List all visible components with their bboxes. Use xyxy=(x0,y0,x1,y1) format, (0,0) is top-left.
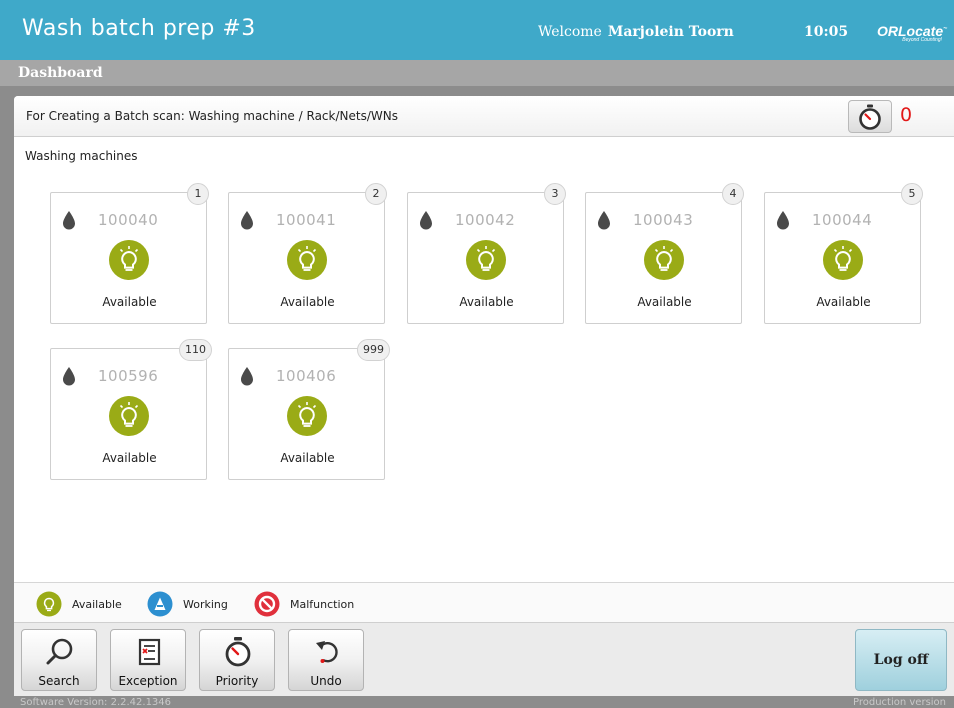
welcome-message: Welcome Marjolein Toorn xyxy=(538,24,734,40)
priority-count: 0 xyxy=(900,104,913,126)
machine-id: 100596 xyxy=(98,367,159,385)
app-title: Wash batch prep #3 xyxy=(22,16,256,41)
water-drop-icon xyxy=(241,367,253,386)
instruction-bar: For Creating a Batch scan: Washing machi… xyxy=(14,96,954,137)
main-panel: For Creating a Batch scan: Washing machi… xyxy=(14,96,954,696)
machine-id: 100041 xyxy=(276,211,337,229)
priority-button[interactable]: Priority xyxy=(199,629,275,691)
machine-id: 100043 xyxy=(633,211,694,229)
machine-card[interactable]: 3 100042 Available xyxy=(407,183,566,324)
exception-button[interactable]: Exception xyxy=(110,629,186,691)
machine-badge: 999 xyxy=(357,339,390,361)
lightbulb-icon xyxy=(644,240,684,280)
instruction-text: For Creating a Batch scan: Washing machi… xyxy=(26,109,398,123)
status-legend: Available Working Malfunction xyxy=(14,582,954,622)
machine-status: Available xyxy=(280,295,335,309)
water-drop-icon xyxy=(777,211,789,230)
working-icon xyxy=(147,591,173,617)
legend-available: Available xyxy=(36,591,122,617)
search-button[interactable]: Search xyxy=(21,629,97,691)
prohibited-icon xyxy=(254,591,280,617)
lightbulb-icon xyxy=(823,240,863,280)
machine-badge: 5 xyxy=(901,183,923,205)
machine-status: Available xyxy=(102,295,157,309)
machine-card[interactable]: 5 100044 Available xyxy=(764,183,923,324)
machine-badge: 2 xyxy=(365,183,387,205)
water-drop-icon xyxy=(598,211,610,230)
bottom-toolbar: Search Exception Priority Undo Log off xyxy=(14,622,954,696)
magnifier-icon xyxy=(46,638,73,665)
machine-status: Available xyxy=(102,451,157,465)
priority-filter-button[interactable] xyxy=(848,100,892,133)
search-button-label: Search xyxy=(38,674,80,688)
machine-badge: 4 xyxy=(722,183,744,205)
legend-malfunction-label: Malfunction xyxy=(290,597,355,611)
machine-card[interactable]: 2 100041 Available xyxy=(228,183,387,324)
machine-badge: 3 xyxy=(544,183,566,205)
user-name: Marjolein Toorn xyxy=(607,24,734,40)
production-label: Production version xyxy=(853,697,947,708)
welcome-label: Welcome xyxy=(538,24,602,40)
lightbulb-icon xyxy=(287,396,327,436)
lightbulb-icon xyxy=(109,396,149,436)
orlocate-logo: ORLocate~ Beyond Counting! xyxy=(877,23,948,43)
app-header: Wash batch prep #3 Welcome Marjolein Toor… xyxy=(0,0,954,60)
stopwatch-icon xyxy=(225,637,251,667)
legend-malfunction: Malfunction xyxy=(254,591,354,617)
machine-card[interactable]: 999 100406 Available xyxy=(228,339,390,480)
machine-status: Available xyxy=(637,295,692,309)
machine-status: Available xyxy=(816,295,871,309)
undo-icon xyxy=(316,641,338,663)
exception-button-label: Exception xyxy=(118,674,178,688)
logoff-button[interactable]: Log off xyxy=(855,629,947,691)
document-x-icon xyxy=(138,638,161,666)
legend-available-label: Available xyxy=(72,597,122,611)
machine-status: Available xyxy=(459,295,514,309)
machine-card[interactable]: 1 100040 Available xyxy=(50,183,209,324)
lightbulb-icon xyxy=(36,591,62,617)
breadcrumb: Dashboard xyxy=(0,60,954,86)
water-drop-icon xyxy=(63,211,75,230)
undo-button-label: Undo xyxy=(310,674,342,688)
machine-id: 100406 xyxy=(276,367,337,385)
water-drop-icon xyxy=(241,211,253,230)
water-drop-icon xyxy=(420,211,432,230)
lightbulb-icon xyxy=(466,240,506,280)
software-version: Software Version: 2.2.42.1346 xyxy=(20,697,172,708)
stopwatch-icon xyxy=(859,104,881,130)
section-label: Washing machines xyxy=(25,149,138,163)
machine-id: 100042 xyxy=(455,211,516,229)
machine-badge: 110 xyxy=(179,339,212,361)
machine-card[interactable]: 4 100043 Available xyxy=(585,183,744,324)
machine-card[interactable]: 110 100596 Available xyxy=(50,339,212,480)
machine-id: 100044 xyxy=(812,211,873,229)
lightbulb-icon xyxy=(287,240,327,280)
machine-badge: 1 xyxy=(187,183,209,205)
machine-id: 100040 xyxy=(98,211,159,229)
undo-button[interactable]: Undo xyxy=(288,629,364,691)
water-drop-icon xyxy=(63,367,75,386)
machine-status: Available xyxy=(280,451,335,465)
lightbulb-icon xyxy=(109,240,149,280)
legend-working-label: Working xyxy=(183,597,228,611)
priority-button-label: Priority xyxy=(215,674,259,688)
legend-working: Working xyxy=(147,591,228,617)
clock: 10:05 xyxy=(804,24,849,40)
